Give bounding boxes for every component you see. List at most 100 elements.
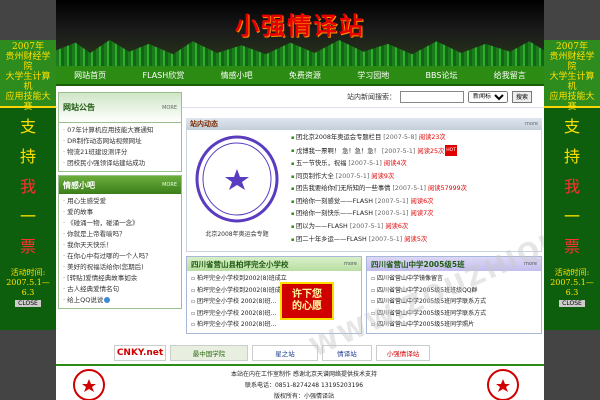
link-cnky[interactable]: CNKY.net xyxy=(114,345,166,361)
news-item[interactable]: 团以为——FLASH [2007-5-1] 阅读6次 xyxy=(291,221,537,234)
wish-promo[interactable]: 许下您 的心愿 xyxy=(280,282,334,320)
news-item[interactable]: 团给你一刻快乐——FLASH [2007-5-1] 阅读7次 xyxy=(291,208,537,221)
list-item[interactable]: 在你心中有过哪的一个人吗？ xyxy=(63,251,177,262)
nav-resources[interactable]: 免费资源 xyxy=(289,70,321,81)
list-item[interactable]: 07年计算机应用技能大赛通知 xyxy=(63,125,177,136)
right-side-ad[interactable]: 2007年 贵州财经学院 大学生计算机 应用技能大赛 支 持 我 一 票 活动时… xyxy=(544,40,600,330)
list-item[interactable]: 给上QQ说说 xyxy=(63,295,177,306)
news-item[interactable]: 团二十年乡运——FLASH [2007-5-1] 阅读5次 xyxy=(291,234,537,247)
list-item[interactable]: DR制作动态网站视频网址 xyxy=(63,136,177,147)
nav-flash[interactable]: FLASH欣赏 xyxy=(142,70,184,81)
emotion-box: 情感小吧 MORE 用心生感受爱 爱的故事 《碰涌一物，碰涌一念》 你就是上帝看… xyxy=(58,175,182,309)
activity-label: 活动时间: xyxy=(554,268,590,277)
link-g4[interactable]: 小强情译站 xyxy=(376,345,430,361)
search-label: 站内新闻搜索： xyxy=(346,92,396,101)
nav-study[interactable]: 学习园地 xyxy=(357,70,389,81)
list-item[interactable]: 美好的祝福话给你(您期后) xyxy=(63,262,177,273)
news-item[interactable]: 团告我要给你们无所知的一些事情 [2007-5-1] 阅读57999次 xyxy=(291,183,537,196)
link-g3[interactable]: 情译站 xyxy=(322,345,372,361)
news-item-title: 同页制作大全 xyxy=(295,172,334,180)
search-input[interactable] xyxy=(399,90,464,103)
search-field-select[interactable]: 新闻标题 xyxy=(467,90,508,103)
side-ad-activity: 活动时间: 2007.5.1—6.3 xyxy=(544,268,600,298)
site-banner: 小强情译站 xyxy=(56,0,544,66)
news-item[interactable]: 团给你一刻感觉——FLASH [2007-5-1] 阅读6次 xyxy=(291,196,537,209)
news-item-date: [2007-5-1] xyxy=(375,210,409,218)
footer-line: 版权所有：小强情译站 xyxy=(273,393,334,400)
notice-header: 网站公告 MORE xyxy=(59,93,181,123)
list-item[interactable]: 古人经典爱情名句 xyxy=(63,284,177,295)
list-item[interactable]: 爱的故事 xyxy=(63,207,177,218)
school2-more-link[interactable]: more xyxy=(524,261,537,267)
close-side-ad-button[interactable]: CLOSE xyxy=(559,300,585,307)
list-item[interactable]: 四川省营山中学镜像留言 xyxy=(371,273,537,285)
news-item[interactable]: 同页制作大全 [2007-5-1] 阅读9次 xyxy=(291,171,537,184)
support-char: 票 xyxy=(563,237,580,256)
left-side-ad[interactable]: 2007年 贵州财经学院 大学生计算机 应用技能大赛 支 持 我 一 票 活动时… xyxy=(0,40,56,330)
support-char: 一 xyxy=(563,207,580,226)
list-item[interactable]: 团校民小强领译站建站成功 xyxy=(63,158,177,169)
list-item[interactable]: 用心生感受爱 xyxy=(63,196,177,207)
list-item[interactable]: 四川省营山中学2005级5班同学联系方式 xyxy=(371,296,537,308)
side-ad-support: 支 持 我 一 票 xyxy=(544,108,600,262)
footer-seal-icon xyxy=(73,369,105,400)
hot-badge: HOT xyxy=(445,144,457,157)
support-char: 我 xyxy=(19,177,36,196)
main-column: 站内动态 more 北京2008年奥运会专题 团北京2008年奥运会专题栏目 [… xyxy=(186,118,542,334)
side-ad-line: 贵州财经学院 xyxy=(5,52,51,72)
support-char: 持 xyxy=(563,147,580,166)
news-item[interactable]: 戊博我一票啊！ 急！急！急！ [2007-5-1] 阅读25次HOT xyxy=(291,144,537,158)
search-button[interactable]: 搜索 xyxy=(511,90,532,103)
news-item[interactable]: 团北京2008年奥运会专题栏目 [2007-5-8] 阅读23次 xyxy=(291,132,537,145)
emotion-title: 情感小吧 xyxy=(63,180,95,190)
support-char: 一 xyxy=(19,207,36,226)
grass-decoration xyxy=(56,40,544,66)
nav-emotion[interactable]: 情感小吧 xyxy=(221,70,253,81)
list-item[interactable]: 物流21班建设测评分 xyxy=(63,147,177,158)
side-ad-line: 大学生计算机 xyxy=(549,72,595,92)
notice-more-link[interactable]: MORE xyxy=(162,105,177,111)
list-item[interactable]: 四川省营山中学2005级5班班级QQ群 xyxy=(371,285,537,297)
close-side-ad-button[interactable]: CLOSE xyxy=(15,300,41,307)
notice-title: 网站公告 xyxy=(63,103,95,112)
news-header: 站内动态 more xyxy=(186,118,542,130)
list-item[interactable]: 我你天天快乐！ xyxy=(63,240,177,251)
school1-header: 四川省营山县柏坪完全小学校 more xyxy=(187,257,361,271)
news-item-date: [2007-5-1] xyxy=(392,185,426,193)
site-seal-icon xyxy=(195,135,279,223)
list-item[interactable]: 四川省营山中学2005级5班同学联系方式 xyxy=(371,308,537,320)
list-item[interactable]: 你就是上帝看喻吗？ xyxy=(63,229,177,240)
news-item-title: 团二十年乡运——FLASH xyxy=(295,235,367,243)
news-item-title: 团告我要给你们无所知的一些事情 xyxy=(295,185,391,193)
support-char: 持 xyxy=(19,147,36,166)
link-g2[interactable]: 星之站 xyxy=(252,345,318,361)
news-item-hits: 阅读57999次 xyxy=(427,185,467,193)
side-ad-activity: 活动时间: 2007.5.1—6.3 xyxy=(0,268,56,298)
nav-bbs[interactable]: BBS论坛 xyxy=(426,70,458,81)
school1-more-link[interactable]: more xyxy=(344,261,357,267)
list-item[interactable]: 《碰涌一物，碰涌一念》 xyxy=(63,218,177,229)
news-more-link[interactable]: more xyxy=(525,121,538,127)
school2-header: 四川省营山中学2005级5班 more xyxy=(367,257,541,271)
news-item-date: [2007-5-8] xyxy=(383,134,417,141)
emotion-more-link[interactable]: MORE xyxy=(162,182,177,188)
list-item[interactable]: [转贴]爱情经典故事如余 xyxy=(63,273,177,284)
list-item[interactable]: 柏坪完全小学校 2002(8)班... xyxy=(191,319,357,331)
promo-line: 许下您 xyxy=(292,289,322,300)
friend-links: CNKY.net 最中国学院 星之站 情译站 小强情译站 xyxy=(112,344,442,362)
link-g1[interactable]: 最中国学院 xyxy=(170,345,248,361)
list-item[interactable]: 四川省营山中学2005级5班同学照片 xyxy=(371,319,537,331)
nav-guestbook[interactable]: 给我留言 xyxy=(494,70,526,81)
emotion-header: 情感小吧 MORE xyxy=(59,176,181,194)
school1-title: 四川省营山县柏坪完全小学校 xyxy=(191,259,289,269)
seal-caption: 北京2008年奥运会专题 xyxy=(205,231,269,238)
activity-dates: 2007.5.1—6.3 xyxy=(550,278,594,297)
news-item-title: 团以为——FLASH xyxy=(295,222,348,230)
page: 小强情译站 网站首页 FLASH欣赏 情感小吧 免费资源 学习园地 BBS论坛 … xyxy=(56,0,544,400)
nav-home[interactable]: 网站首页 xyxy=(74,70,106,81)
news-item[interactable]: 五一节快乐，祝福 [2007-5-1] 阅读4次 xyxy=(291,158,537,171)
footer-text: 本站在内在工作室制作 感谢北京天谱网络提供技术支持 联系电话：0851-8274… xyxy=(168,369,440,400)
side-ad-line: 2007年 xyxy=(12,42,44,52)
school-sections: 四川省营山县柏坪完全小学校 more 柏坪完全小学校到2002(8)班成立 柏坪… xyxy=(186,256,542,334)
support-char: 支 xyxy=(19,117,36,136)
